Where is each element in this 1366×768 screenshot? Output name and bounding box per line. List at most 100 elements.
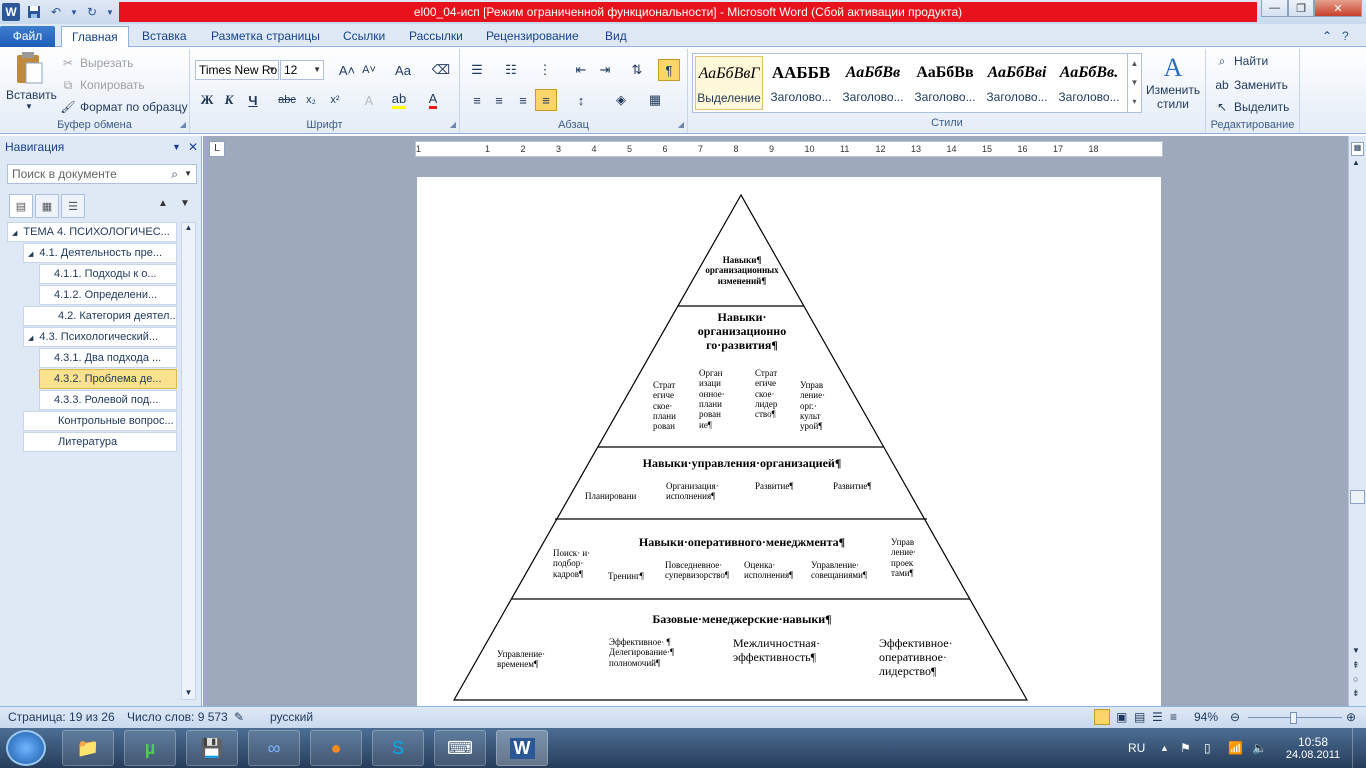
cut-button[interactable]: ✂ Вырезать	[60, 55, 133, 71]
action-center-icon[interactable]: ⚑	[1180, 728, 1191, 768]
tab-references[interactable]: Ссылки	[333, 26, 395, 47]
next-heading-icon[interactable]: ▼	[180, 198, 190, 209]
web-layout-icon[interactable]: ▤	[1134, 710, 1145, 724]
skype-icon[interactable]: S	[372, 730, 424, 766]
chevron-down-icon[interactable]: ▼	[184, 165, 192, 183]
dialog-launcher-icon[interactable]: ◢	[180, 120, 186, 129]
document-page[interactable]: Навыки¶ организационных изменений¶ Навык…	[417, 177, 1161, 706]
nav-heading-item[interactable]: 4.3.1. Два подхода ...	[39, 348, 177, 368]
horizontal-ruler[interactable]: 1 1 2 3 4 5 6 7 8 9 10 11 12 13 14 15 16 17 18	[415, 141, 1163, 157]
nav-heading-item[interactable]: Контрольные вопрос...	[23, 411, 177, 431]
change-case-button[interactable]: Aa	[392, 59, 414, 81]
vertical-scrollbar[interactable]: ▦ ▲ ▼ ⇞ ○ ⇟	[1348, 136, 1366, 706]
utorrent-icon[interactable]: µ	[124, 730, 176, 766]
highlight-icon[interactable]: ab	[388, 89, 410, 111]
tab-home[interactable]: Главная	[61, 26, 129, 48]
explorer-icon[interactable]: 📁	[62, 730, 114, 766]
underline-button[interactable]: Ч	[242, 89, 264, 111]
scroll-up-icon[interactable]: ▲	[182, 223, 195, 232]
nav-scrollbar[interactable]: ▲ ▼	[181, 222, 196, 700]
tab-selector[interactable]: L	[209, 141, 225, 157]
chevron-down-icon[interactable]: ▼	[6, 102, 52, 111]
zoom-out-icon[interactable]: ⊖	[1230, 710, 1240, 724]
align-center-icon[interactable]: ≡	[488, 89, 510, 111]
collapse-triangle-icon[interactable]: ◢	[28, 335, 33, 342]
style-item[interactable]: АаБбВві Заголово...	[983, 56, 1051, 110]
help-caret-icon[interactable]: ⌃	[1322, 26, 1332, 47]
search-input[interactable]: Поиск в документе ⌕ ▼	[7, 164, 197, 184]
language-indicator[interactable]: RU	[1128, 728, 1145, 768]
word-taskbar-icon[interactable]: W	[496, 730, 548, 766]
paste-button[interactable]: Вставить ▼	[6, 51, 57, 115]
results-view-tab[interactable]: ☰	[61, 194, 85, 218]
minimize-button[interactable]: —	[1261, 0, 1288, 17]
previous-page-icon[interactable]: ⇞	[1352, 660, 1360, 671]
subscript-button[interactable]: x₂	[300, 89, 322, 111]
zoom-level[interactable]: 94%	[1194, 710, 1218, 724]
proofing-icon[interactable]: ✎	[234, 710, 244, 724]
page-count[interactable]: Страница: 19 из 26	[8, 710, 115, 724]
chevron-down-icon[interactable]: ▼	[268, 61, 276, 79]
nav-heading-item[interactable]: ◢ 4.3. Психологический...	[23, 327, 177, 347]
format-painter-button[interactable]: 🖌 Формат по образцу	[60, 99, 187, 115]
language[interactable]: русский	[270, 710, 313, 724]
nav-heading-item[interactable]: 4.1.1. Подходы к о...	[39, 264, 177, 284]
help-icon[interactable]: ?	[1342, 26, 1349, 47]
decrease-indent-icon[interactable]: ⇤	[570, 59, 592, 81]
select-button[interactable]: ↖ Выделить	[1214, 99, 1289, 115]
style-item[interactable]: ААББВ Заголово...	[767, 56, 835, 110]
save-icon[interactable]	[26, 4, 42, 20]
tab-review[interactable]: Рецензирование	[476, 26, 589, 47]
nav-heading-item[interactable]: 4.1.2. Определени...	[39, 285, 177, 305]
gallery-scroll[interactable]: ▲ ▼ ▾	[1127, 54, 1141, 112]
volume-icon[interactable]: 🔈	[1252, 728, 1267, 768]
line-spacing-icon[interactable]: ↕	[570, 89, 592, 111]
ruler-toggle-icon[interactable]: ▦	[1351, 142, 1364, 156]
show-hidden-icons-icon[interactable]: ▲	[1160, 728, 1169, 768]
floppy-icon[interactable]: 💾	[186, 730, 238, 766]
justify-icon[interactable]: ≡	[535, 89, 557, 111]
nav-heading-item[interactable]: 4.2. Категория деятел...	[23, 306, 177, 326]
start-button[interactable]	[6, 730, 46, 766]
outline-icon[interactable]: ☰	[1152, 710, 1163, 724]
nav-heading-item[interactable]: 4.3.2. Проблема де...	[39, 369, 177, 389]
zoom-slider-thumb[interactable]	[1290, 712, 1297, 724]
draft-icon[interactable]: ≡	[1170, 710, 1177, 724]
borders-icon[interactable]: ▦	[644, 89, 666, 111]
close-icon[interactable]: ✕	[188, 136, 198, 158]
sort-icon[interactable]: ⇅	[626, 59, 648, 81]
infinity-icon[interactable]: ∞	[248, 730, 300, 766]
full-screen-icon[interactable]: ▣	[1116, 710, 1127, 724]
close-button[interactable]: ✕	[1314, 0, 1362, 17]
increase-indent-icon[interactable]: ⇥	[594, 59, 616, 81]
style-item[interactable]: АаБбВвГ Выделение	[695, 56, 763, 110]
keyboard-icon[interactable]: ⌨	[434, 730, 486, 766]
show-marks-button[interactable]: ¶	[658, 59, 680, 81]
tab-page-layout[interactable]: Разметка страницы	[201, 26, 330, 47]
print-layout-icon[interactable]	[1094, 709, 1110, 725]
chevron-down-icon[interactable]: ▼	[313, 61, 321, 79]
nav-heading-item[interactable]: ◢ ТЕМА 4. ПСИХОЛОГИЧЕС...	[7, 222, 177, 242]
chevron-down-icon[interactable]: ▼	[70, 4, 78, 20]
previous-heading-icon[interactable]: ▲	[158, 198, 168, 209]
pages-view-tab[interactable]: ▦	[35, 194, 59, 218]
font-name-combo[interactable]: Times New Ro ▼	[195, 60, 279, 80]
style-item[interactable]: АаБбВв Заголово...	[911, 56, 979, 110]
replace-button[interactable]: ab Заменить	[1214, 77, 1288, 93]
zoom-in-icon[interactable]: ⊕	[1346, 710, 1356, 724]
copy-button[interactable]: ⧉ Копировать	[60, 77, 145, 93]
tab-insert[interactable]: Вставка	[132, 26, 197, 47]
word-logo-icon[interactable]: W	[2, 3, 20, 21]
bullets-icon[interactable]: ☰	[466, 59, 488, 81]
search-icon[interactable]: ⌕	[171, 165, 178, 183]
align-right-icon[interactable]: ≡	[512, 89, 534, 111]
browse-object-icon[interactable]: ○	[1353, 674, 1358, 684]
next-page-icon[interactable]: ⇟	[1352, 688, 1360, 699]
scroll-down-icon[interactable]: ▼	[182, 688, 195, 697]
scroll-down-icon[interactable]: ▼	[1352, 646, 1360, 655]
italic-button[interactable]: К	[218, 89, 240, 111]
dialog-launcher-icon[interactable]: ◢	[678, 120, 684, 129]
collapse-triangle-icon[interactable]: ◢	[12, 230, 17, 237]
style-item[interactable]: АаБбВв Заголово...	[839, 56, 907, 110]
style-item[interactable]: АаБбВв. Заголово...	[1055, 56, 1123, 110]
